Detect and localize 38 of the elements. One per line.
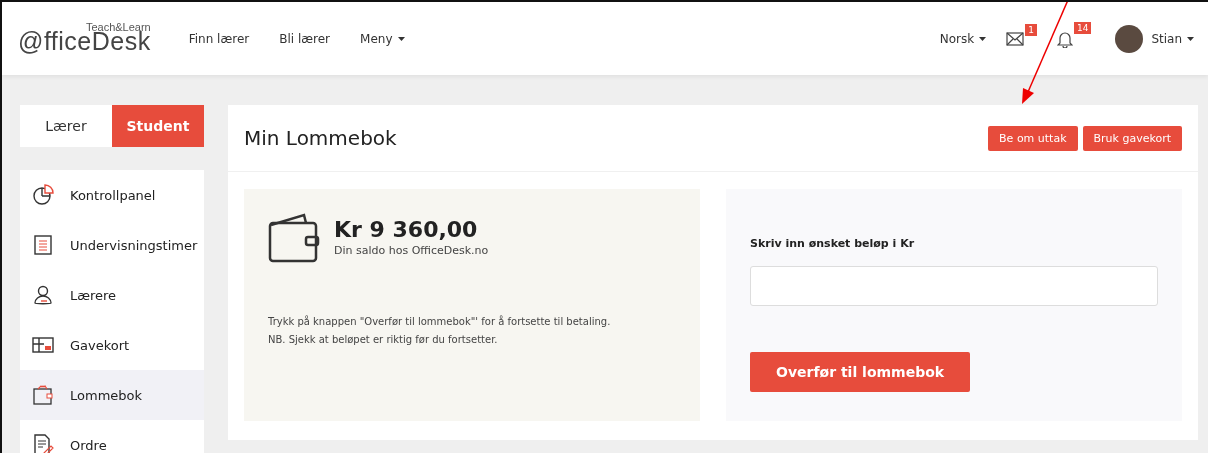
logo[interactable]: Teach&Learn @fficeDesk	[18, 21, 151, 56]
wallet-icon	[268, 213, 320, 263]
nav-link[interactable]: Meny	[360, 31, 393, 46]
amount-input[interactable]	[750, 266, 1158, 306]
instruction-text: NB. Sjekk at beløpet er riktig før du fortsetter.	[268, 333, 499, 347]
balance-caption: Din saldo hos OfficeDesk.no	[334, 244, 489, 257]
sidebar-item[interactable]: Undervisningstimer	[20, 220, 204, 270]
instruction-text: Trykk på knappen "Overfør til lommebok"' for å fortsette til betaling.	[268, 314, 612, 329]
person-icon	[32, 284, 54, 306]
pie-chart-icon	[32, 184, 54, 206]
document-icon	[32, 434, 54, 453]
sidebar-item[interactable]: Kontrollpanel	[20, 170, 204, 220]
mail-icon[interactable]	[1006, 31, 1025, 46]
balance-amount: Kr 9 360,00	[334, 217, 479, 242]
role-tab[interactable]: Student	[112, 105, 204, 147]
caret-icon[interactable]	[1187, 36, 1194, 41]
page-title: Min Lommebok	[244, 126, 397, 150]
bell-icon[interactable]	[1056, 29, 1073, 48]
gift-card-icon	[32, 334, 54, 356]
sidebar-item[interactable]: Lærere	[20, 270, 204, 320]
user-menu[interactable]: Stian	[1151, 31, 1182, 46]
list-icon	[32, 234, 54, 256]
transfer-button[interactable]: Overfør til lommebok	[750, 352, 971, 392]
sidebar-item[interactable]: Gavekort	[20, 320, 204, 370]
sidebar-item[interactable]: Ordre	[20, 420, 204, 453]
language-dropdown[interactable]: Norsk	[939, 31, 975, 46]
wallet-icon	[32, 384, 54, 406]
amount-label: Skriv inn ønsket beløp i Kr	[750, 237, 915, 250]
caret-icon[interactable]	[397, 36, 405, 41]
action-button[interactable]: Be om uttak	[988, 125, 1078, 151]
nav-link[interactable]: Finn lærer	[188, 31, 250, 46]
caret-icon[interactable]	[979, 36, 987, 41]
avatar[interactable]	[1115, 24, 1144, 53]
nav-link[interactable]: Bli lærer	[279, 31, 331, 46]
sidebar-item[interactable]: Lommebok	[20, 370, 204, 420]
notification-badge: 1	[1025, 23, 1037, 36]
notification-badge: 14	[1073, 21, 1092, 34]
action-button[interactable]: Bruk gavekort	[1082, 125, 1182, 151]
